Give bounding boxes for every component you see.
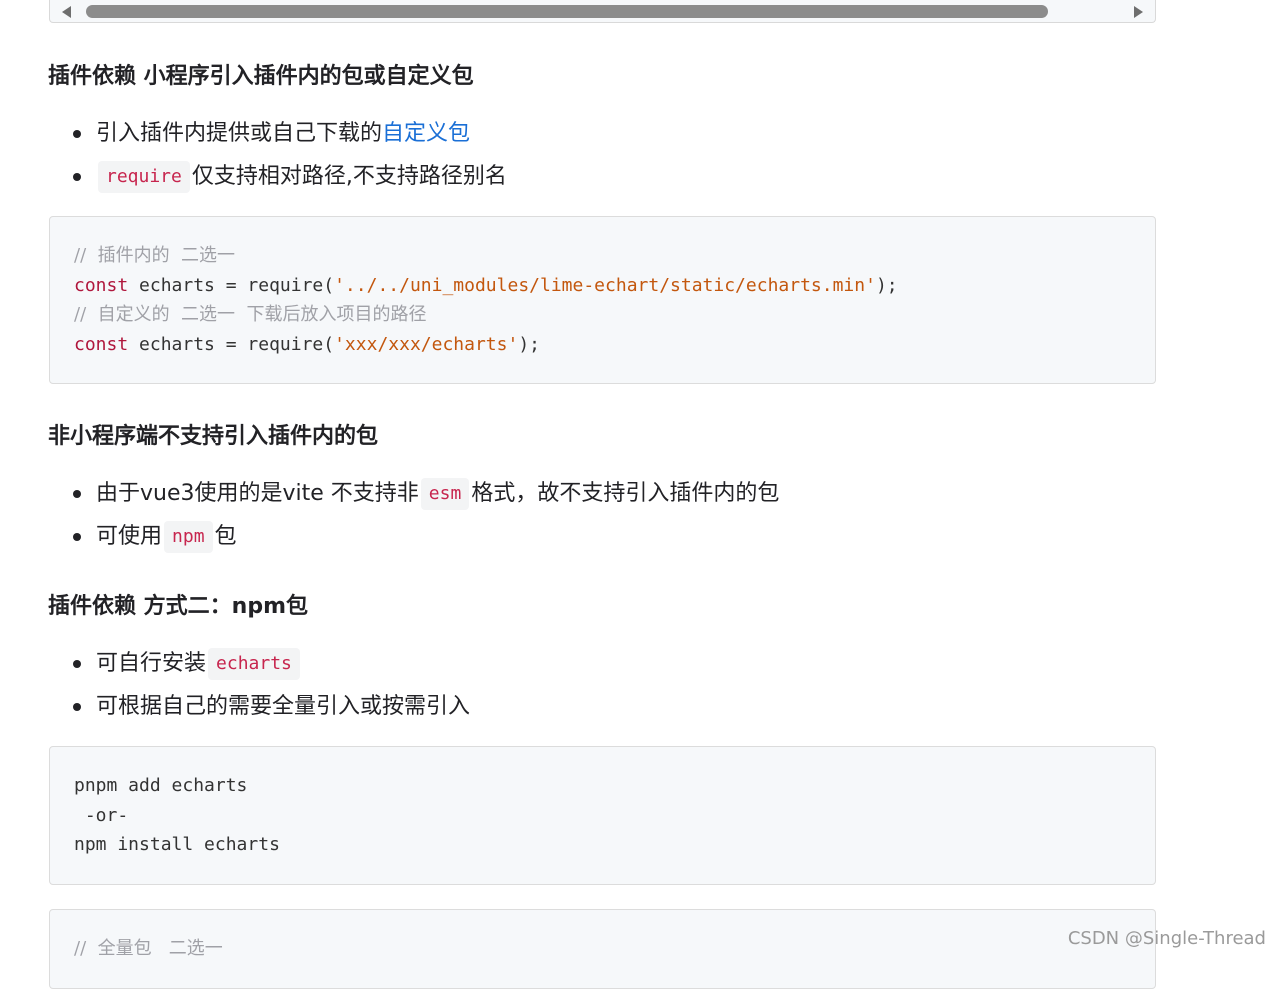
code-block: // 插件内的 二选一 const echarts = require('../.… [49,216,1156,384]
code-text: echarts = require( [128,333,335,355]
code-string: '../../uni_modules/lime-echart/static/ec… [334,274,876,296]
section3-list: 可自行安装 echarts 可根据自己的需要全量引入或按需引入 [48,642,470,728]
bullet-icon [73,173,81,181]
scrollbar-thumb[interactable] [86,5,1048,18]
list-item-text: 可使用 [96,524,163,549]
code-text: npm install echarts [74,834,280,855]
code-keyword: const [74,274,129,296]
list-item-text: 格式，故不支持引入插件内的包 [471,481,780,506]
list-item: 引入插件内提供或自己下载的自定义包 [48,112,507,155]
section1-heading: 插件依赖 小程序引入插件内的包或自定义包 [48,64,474,89]
section1-list: 引入插件内提供或自己下载的自定义包 require 仅支持相对路径,不支持路径别名 [48,112,507,198]
code-text: pnpm add echarts [74,775,248,796]
code-content: pnpm add echarts -or-npm install echarts [50,747,1155,880]
list-item: 由于vue3使用的是vite 不支持非 esm 格式，故不支持引入插件内的包 [48,472,779,515]
inline-code: echarts [208,648,300,680]
code-text: echarts = require( [128,274,335,296]
code-keyword: const [74,333,129,355]
scroll-right-arrow-icon[interactable] [1134,6,1143,18]
code-comment: // 自定义的 二选一 下载后放入项目的路径 [74,304,427,325]
list-item: 可根据自己的需要全量引入或按需引入 [48,685,470,728]
bullet-icon [73,703,81,711]
code-block: // 全量包 二选一 [49,909,1156,989]
list-item-text: 可自行安装 [96,651,207,676]
list-item-text: 由于vue3使用的是vite 不支持非 [96,481,419,506]
code-block: pnpm add echarts -or-npm install echarts [49,746,1156,885]
bullet-icon [73,130,81,138]
list-item: 可自行安装 echarts [48,642,470,685]
section3-heading: 插件依赖 方式二：npm包 [48,594,308,619]
list-item-text: 仅支持相对路径,不支持路径别名 [191,164,507,189]
inline-code: esm [420,478,470,510]
section2-list: 由于vue3使用的是vite 不支持非 esm 格式，故不支持引入插件内的包 可使用… [48,472,779,558]
list-item: 可使用 npm 包 [48,515,779,558]
code-string: 'xxx/xxx/echarts' [334,333,519,355]
bullet-icon [73,533,81,541]
code-text: -or- [74,804,129,826]
code-content: // 插件内的 二选一 const echarts = require('../.… [50,217,1155,379]
list-item-text: 可根据自己的需要全量引入或按需引入 [96,694,471,719]
bullet-icon [73,490,81,498]
bullet-icon [73,660,81,668]
list-item-text: 包 [214,524,237,549]
code-content: // 全量包 二选一 [50,910,1155,984]
code-text: ); [518,333,541,355]
inline-code: npm [164,521,213,553]
inline-code: require [98,161,190,193]
code-text: ); [875,274,898,296]
code-comment: // 插件内的 二选一 [74,245,236,266]
scroll-left-arrow-icon[interactable] [62,6,71,18]
custom-package-link[interactable]: 自定义包 [382,121,470,146]
horizontal-scrollbar[interactable] [49,0,1156,23]
section2-heading: 非小程序端不支持引入插件内的包 [48,424,379,449]
list-item: require 仅支持相对路径,不支持路径别名 [48,155,507,198]
code-comment: // 全量包 二选一 [74,938,223,959]
list-item-text: 引入插件内提供或自己下载的 [96,121,383,146]
watermark: CSDN @Single-Thread [1067,928,1266,949]
